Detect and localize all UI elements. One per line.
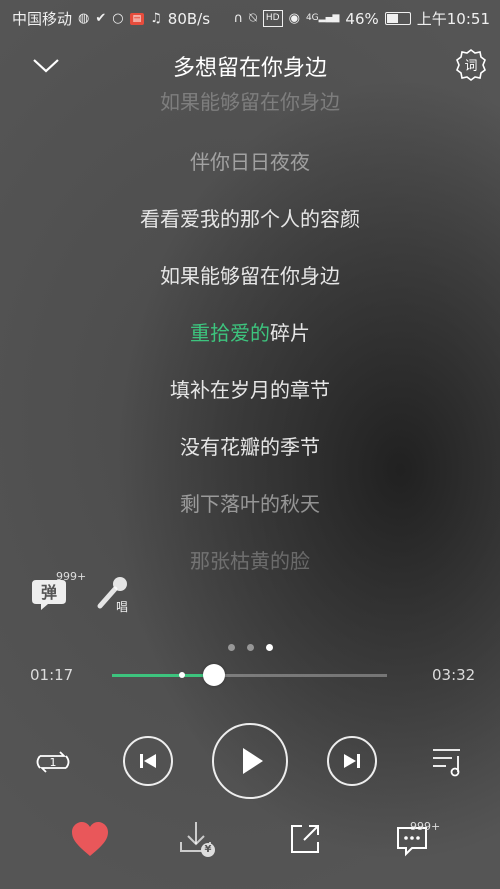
lyric-line: 如果能够留在你身边 <box>160 264 340 288</box>
danmu-count-badge: 999+ <box>56 570 87 583</box>
headphone-icon: ∩ <box>233 11 244 26</box>
buffer-marker <box>179 672 186 678</box>
progress-thumb[interactable] <box>202 664 225 686</box>
lyric-settings-icon: 词 <box>456 49 486 81</box>
globe-icon: ◍ <box>78 11 90 26</box>
hd-icon: HD <box>262 10 283 27</box>
repeat-mode-button[interactable]: 1 <box>32 744 74 780</box>
clock: 上午10:51 <box>416 10 490 28</box>
repeat-mode-badge: 1 <box>50 756 57 769</box>
news-notification-icon: ▤ <box>129 12 145 25</box>
lyrics-panel[interactable]: 如果能够留在你身边 伴你日日夜夜 看看爱我的那个人的容颜 如果能够留在你身边 重… <box>0 84 500 574</box>
lyric-settings-button[interactable]: 词 <box>454 48 488 82</box>
repeat-one-icon: 1 <box>36 751 70 773</box>
lyric-sung-part: 重拾爱的 <box>190 321 270 345</box>
signal-icon: 4G▂▄▆ <box>305 13 340 23</box>
danmu-label: 弹 <box>41 583 57 602</box>
played-bar <box>112 674 214 677</box>
lyric-line: 没有花瓣的季节 <box>180 435 320 459</box>
search-notification-icon: ○ <box>112 11 124 26</box>
previous-button[interactable] <box>123 736 173 786</box>
sing-label: 唱 <box>116 600 128 614</box>
lyric-settings-label: 词 <box>464 59 477 74</box>
playlist-button[interactable] <box>430 744 466 778</box>
heart-icon <box>72 822 108 856</box>
page-dot[interactable] <box>227 644 235 651</box>
playlist-icon <box>433 749 460 777</box>
battery-percent: 46% <box>345 9 379 28</box>
comment-count-badge: 999+ <box>410 820 441 833</box>
next-button[interactable] <box>327 736 377 786</box>
sing-button[interactable]: 唱 <box>94 574 138 618</box>
page-dot[interactable] <box>246 644 254 651</box>
lyric-line: 填补在岁月的章节 <box>170 378 330 402</box>
status-left: 中国移动 ◍ ✔ ○ ▤ ♫ 80B/s <box>12 8 210 29</box>
download-price-icon: ¥ <box>201 843 215 857</box>
microphone-icon: 唱 <box>97 577 128 614</box>
share-icon <box>291 825 319 853</box>
play-icon <box>243 748 263 774</box>
progress-slider[interactable] <box>112 664 387 686</box>
app-notification-icon: ✔ <box>95 11 107 26</box>
favorite-button[interactable] <box>68 818 112 862</box>
song-title: 多想留在你身边 <box>172 56 327 81</box>
next-icon <box>344 754 360 768</box>
download-icon <box>180 822 211 852</box>
lyric-line-current: 重拾爱的碎片 <box>0 317 500 346</box>
status-right: ∩ ⍉ HD ◉ 4G▂▄▆ 46% 上午10:51 <box>234 8 490 29</box>
elapsed-time: 01:17 <box>30 666 74 684</box>
music-notification-icon: ♫ <box>150 11 162 26</box>
page-indicator <box>0 636 500 655</box>
carrier-label: 中国移动 <box>12 10 73 28</box>
mute-icon: ⍉ <box>249 11 257 26</box>
previous-icon <box>140 754 156 768</box>
download-button[interactable] <box>176 818 220 862</box>
lyric-unsung-part: 碎片 <box>270 321 310 345</box>
play-button[interactable] <box>212 723 288 799</box>
danmu-button[interactable]: 弹 <box>32 578 72 614</box>
lyric-line: 伴你日日夜夜 <box>190 150 310 174</box>
page-dot-active[interactable] <box>265 644 273 651</box>
status-bar: 中国移动 ◍ ✔ ○ ▤ ♫ 80B/s ∩ ⍉ HD ◉ 4G▂▄▆ 46% … <box>0 0 500 34</box>
battery-icon <box>384 12 411 25</box>
danmu-icon: 弹 <box>32 580 66 610</box>
lyric-line: 如果能够留在你身边 <box>160 90 340 114</box>
lyric-line: 剩下落叶的秋天 <box>180 492 320 516</box>
share-button[interactable] <box>284 818 328 862</box>
eye-icon: ◉ <box>288 11 300 26</box>
total-duration: 03:32 <box>432 666 476 684</box>
network-speed: 80B/s <box>167 9 211 28</box>
signal-label: 4G <box>305 13 319 23</box>
lyric-line: 看看爱我的那个人的容颜 <box>140 207 360 231</box>
